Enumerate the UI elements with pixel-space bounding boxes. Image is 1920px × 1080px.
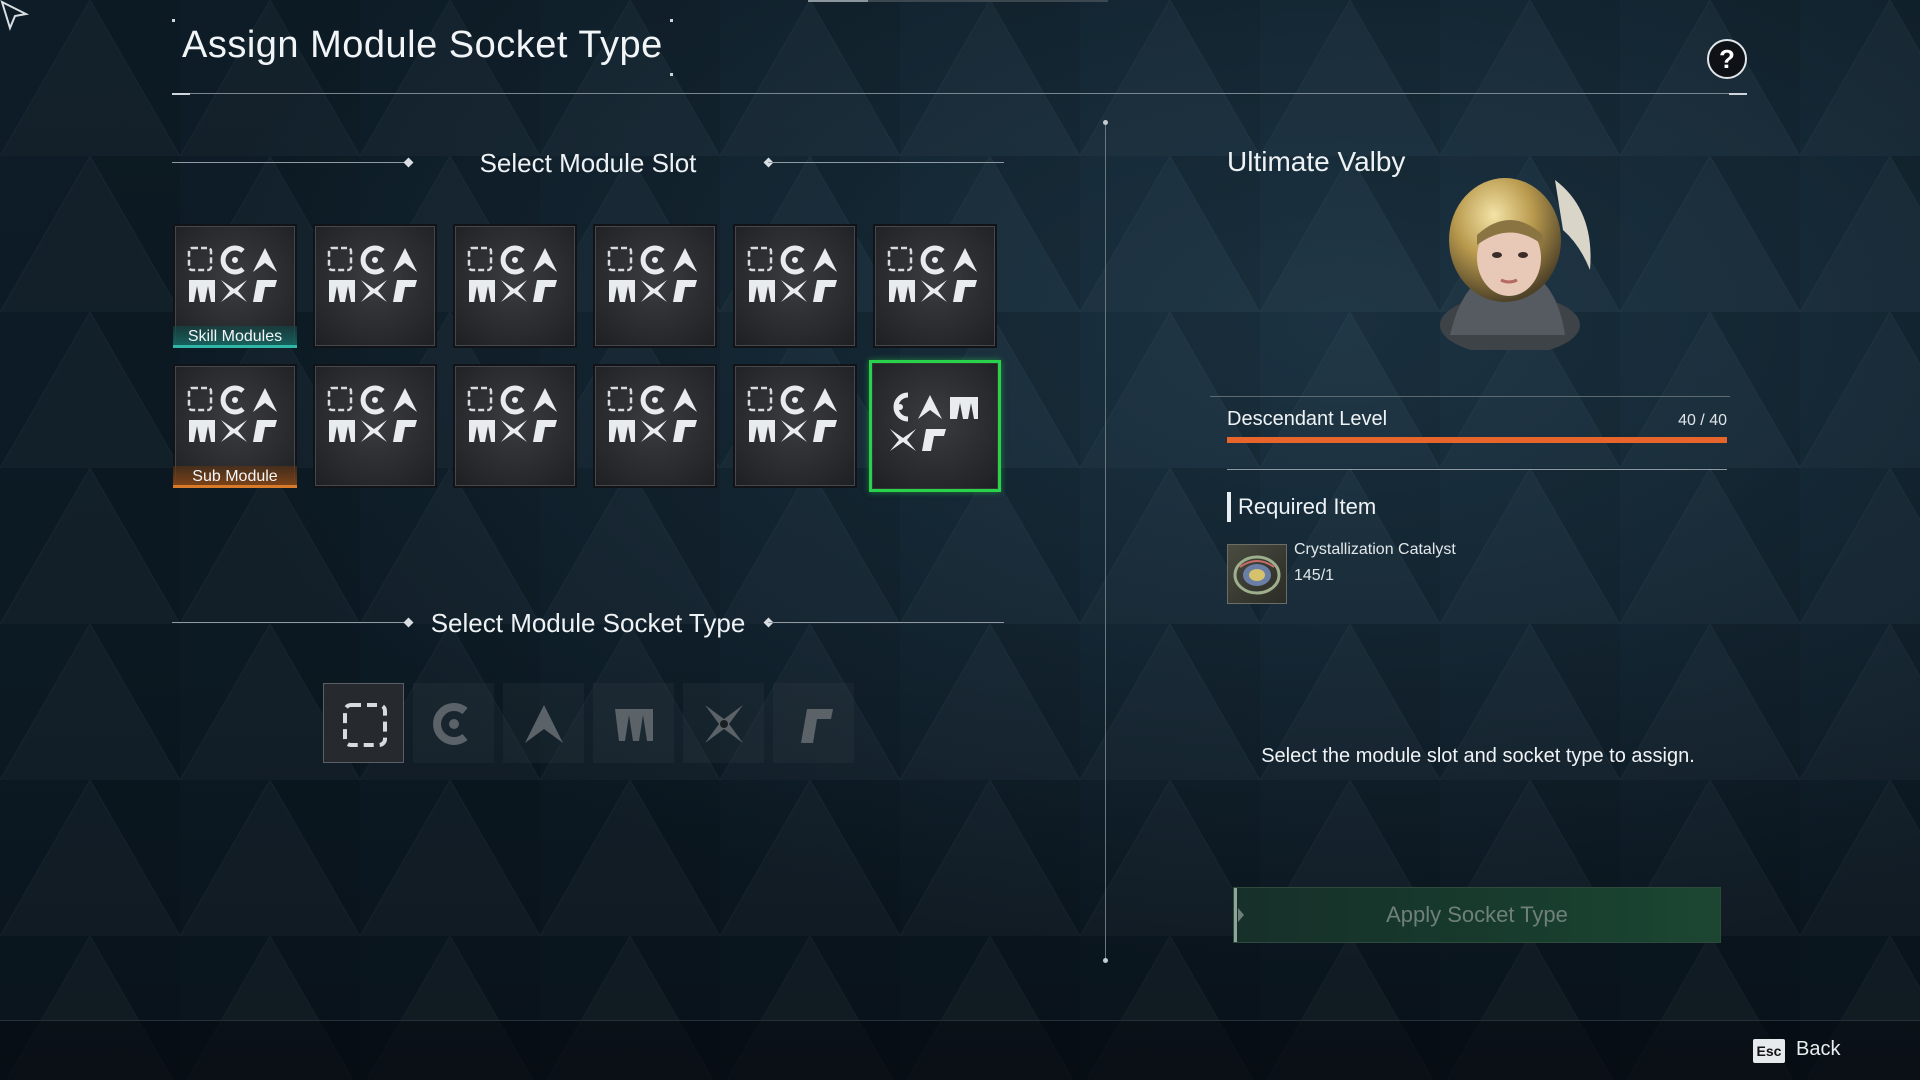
level-label: Descendant Level	[1227, 408, 1388, 430]
level-bottom-line	[1227, 469, 1727, 470]
assign-hint-text: Select the module slot and socket type t…	[1261, 745, 1695, 767]
socket-type-section-header: Select Module Socket Type	[172, 608, 1004, 638]
header-line-right	[768, 622, 1004, 623]
socket-type-title: Select Module Socket Type	[430, 608, 746, 638]
title-corner-dot	[670, 73, 673, 76]
required-item-count: 145/1	[1294, 567, 1335, 584]
back-button-label[interactable]: Back	[1796, 1038, 1840, 1061]
socket-type-empty-button[interactable]	[323, 683, 404, 763]
level-separator	[1210, 396, 1730, 397]
module-slot-4[interactable]	[593, 224, 717, 348]
catalyst-gem-icon	[1233, 555, 1281, 595]
socket-types-icon	[187, 385, 277, 442]
esc-key-hint[interactable]: Esc	[1753, 1039, 1785, 1063]
skill-modules-tag: Skill Modules	[173, 326, 297, 348]
module-slot-7[interactable]: Sub Module	[173, 364, 297, 488]
socket-types-icon	[327, 245, 417, 302]
title-corner-dot	[670, 19, 673, 22]
button-edge	[1234, 888, 1237, 942]
malachite-socket-icon	[615, 709, 653, 741]
top-notch-highlight	[808, 0, 868, 2]
socket-type-cerulean-button[interactable]	[413, 683, 494, 763]
header-dash-left	[172, 93, 190, 95]
socket-type-malachite-button[interactable]	[593, 683, 674, 763]
socket-types-icon	[887, 245, 977, 302]
module-slot-9[interactable]	[453, 364, 577, 488]
help-button[interactable]: ?	[1707, 39, 1747, 79]
caret-icon	[1238, 908, 1244, 922]
divider-dot	[1103, 958, 1108, 963]
required-item-name: Crystallization Catalyst	[1294, 541, 1456, 558]
socket-types-icon	[467, 385, 557, 442]
cerulean-socket-icon	[433, 703, 468, 745]
crystallization-catalyst-icon	[1227, 544, 1287, 604]
module-slot-6[interactable]	[873, 224, 997, 348]
socket-types-icon	[607, 385, 697, 442]
apply-socket-type-button[interactable]: Apply Socket Type	[1233, 887, 1721, 943]
header-divider	[172, 93, 1747, 94]
socket-types-icon	[747, 385, 837, 442]
socket-type-rutile-button[interactable]	[773, 683, 854, 763]
level-progress-fill	[1227, 437, 1727, 443]
module-slot-11[interactable]	[733, 364, 857, 488]
module-slot-5[interactable]	[733, 224, 857, 348]
module-slot-1[interactable]: Skill Modules	[173, 224, 297, 348]
module-slot-8[interactable]	[313, 364, 437, 488]
socket-type-xantic-button[interactable]	[683, 683, 764, 763]
socket-types-icon	[467, 245, 557, 302]
socket-types-icon	[327, 385, 417, 442]
apply-socket-type-label: Apply Socket Type	[1386, 902, 1568, 927]
page-title: Assign Module Socket Type	[182, 24, 663, 66]
module-slot-12[interactable]	[869, 360, 1001, 492]
descendant-portrait	[1440, 178, 1591, 350]
mouse-cursor-icon	[0, 0, 30, 31]
required-item-accent	[1227, 492, 1231, 522]
socket-types-icon	[747, 245, 837, 302]
xantic-socket-icon	[705, 705, 743, 743]
socket-types-icon	[187, 245, 277, 302]
header-line-right	[768, 162, 1004, 163]
level-progress-bar	[1227, 437, 1727, 443]
module-slot-title: Select Module Slot	[479, 148, 697, 178]
footer-bar	[0, 1021, 1920, 1080]
almandine-socket-icon	[525, 705, 563, 743]
socket-type-almandine-button[interactable]	[503, 683, 584, 763]
module-slot-10[interactable]	[593, 364, 717, 488]
socket-types-icon	[890, 392, 978, 451]
module-slot-section-header: Select Module Slot	[172, 148, 1004, 178]
divider-dot	[1103, 120, 1108, 125]
panel-divider	[1105, 122, 1106, 962]
rutile-socket-icon	[801, 709, 833, 743]
empty-socket-icon	[343, 703, 387, 747]
descendant-name: Ultimate Valby	[1227, 146, 1406, 177]
required-item-title: Required Item	[1238, 494, 1377, 519]
title-corner-dot	[172, 19, 175, 22]
socket-types-icon	[607, 245, 697, 302]
sub-module-tag: Sub Module	[173, 466, 297, 488]
level-value: 40 / 40	[1678, 412, 1727, 429]
module-slot-2[interactable]	[313, 224, 437, 348]
module-slot-3[interactable]	[453, 224, 577, 348]
header-dash-right	[1729, 93, 1747, 95]
